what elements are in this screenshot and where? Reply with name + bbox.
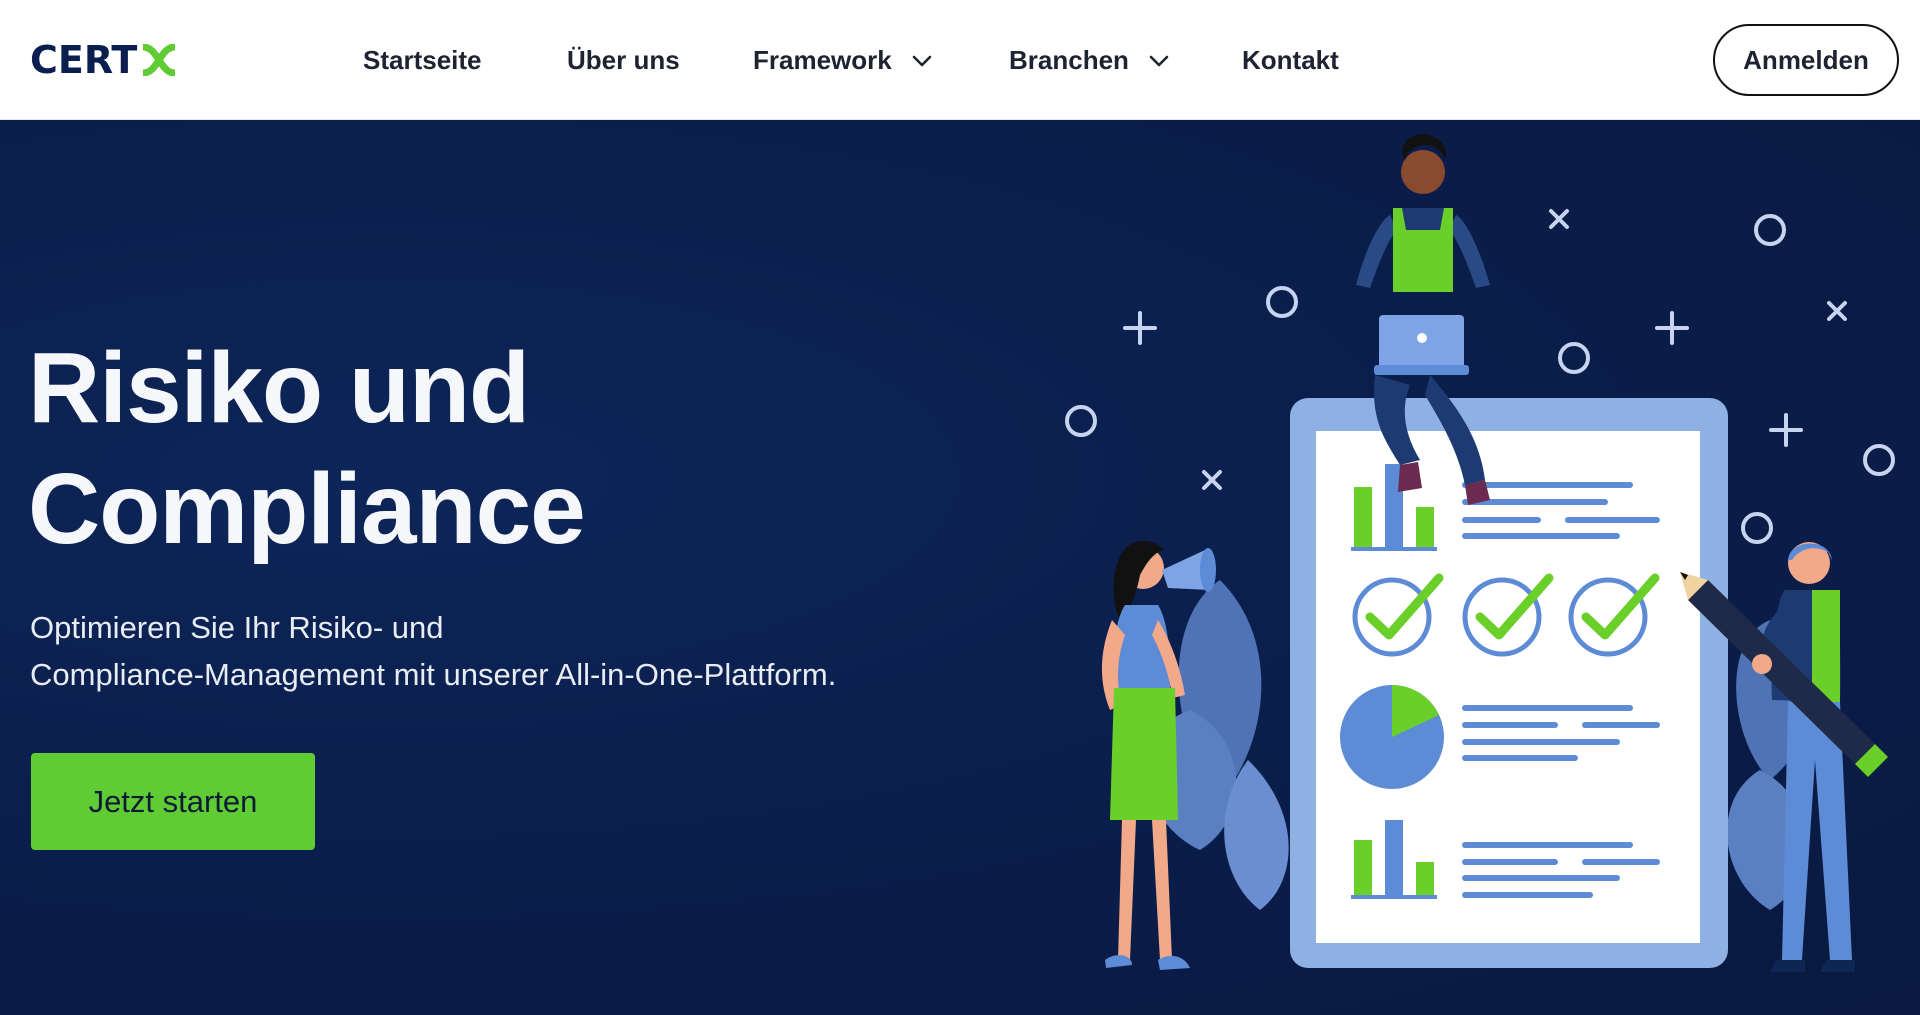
megaphone-icon [1162, 548, 1216, 592]
hero-title-line2: Compliance [28, 453, 586, 565]
hero-subtitle: Optimieren Sie Ihr Risiko- und Complianc… [30, 604, 1030, 698]
site-header: CERT Startseite Über uns Framework Branc… [0, 0, 1920, 120]
nav-label: Kontakt [1242, 45, 1339, 75]
get-started-button[interactable]: Jetzt starten [31, 753, 315, 850]
nav-label: Framework [753, 45, 892, 75]
chevron-down-icon [1149, 55, 1169, 66]
nav-item-framework[interactable]: Framework [753, 45, 932, 76]
hero-section: Risiko und Compliance Optimieren Sie Ihr… [0, 120, 1920, 1015]
nav-item-startseite[interactable]: Startseite [363, 45, 482, 76]
nav-item-branchen[interactable]: Branchen [1009, 45, 1169, 76]
logo-x-icon [142, 44, 176, 76]
hero-title-line1: Risiko und [28, 332, 530, 444]
checklist-board [1290, 398, 1728, 968]
nav-label: Über uns [567, 45, 680, 75]
pie-chart-icon [1340, 685, 1444, 789]
nav-item-ueber-uns[interactable]: Über uns [567, 45, 680, 76]
chevron-down-icon [912, 55, 932, 66]
certx-logo[interactable]: CERT [30, 38, 179, 82]
hero-title: Risiko und Compliance [28, 328, 788, 570]
hero-illustration [1065, 134, 1895, 972]
nav-label: Startseite [363, 45, 482, 75]
logo-wordmark: CERT [30, 38, 138, 82]
hero-subtitle-line2: Compliance-Management mit unserer All-in… [30, 657, 837, 692]
login-button[interactable]: Anmelden [1713, 24, 1899, 96]
nav-item-kontakt[interactable]: Kontakt [1242, 45, 1339, 76]
hero-subtitle-line1: Optimieren Sie Ihr Risiko- und [30, 610, 444, 645]
nav-label: Branchen [1009, 45, 1129, 75]
